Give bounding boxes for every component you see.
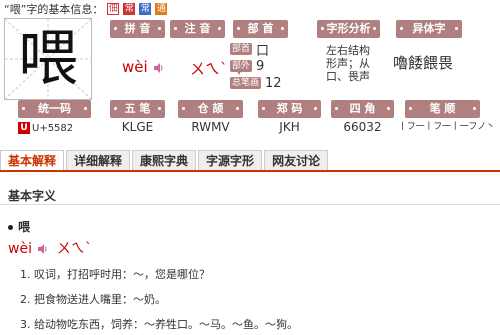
bushou-tag: 部首: [230, 43, 253, 55]
sijiao-value: 66032: [343, 120, 382, 134]
buwai-value: 9: [256, 58, 265, 74]
wubi-value: KLGE: [121, 120, 154, 134]
zixing-line: 口、畏声: [326, 70, 370, 83]
tab-discussion[interactable]: 网友讨论: [264, 150, 329, 170]
cangjie-value: RWMV: [191, 120, 230, 134]
character-box: 喂: [4, 18, 92, 100]
divider: [0, 204, 500, 205]
pinyin-heading: 拼 音: [110, 20, 165, 38]
buwai-row: 部外 9: [230, 58, 265, 74]
zixing-line: 左右结构: [326, 44, 370, 57]
buwai-tag: 部外: [230, 60, 253, 72]
entry-heading: 喂: [8, 218, 30, 235]
badge-4[interactable]: 通: [155, 3, 168, 15]
bushou-heading: 部 首: [233, 20, 288, 38]
info-header: “喂”字的基本信息： 佃 常 常 通: [4, 2, 168, 16]
sijiao-heading: 四 角: [331, 100, 394, 118]
entry-pronunciation: wèi ㄨㄟˋ: [8, 241, 92, 257]
definition-item: 2. 把食物送进人嘴里：～奶。: [20, 293, 166, 306]
cangjie-heading: 仓 颉: [178, 100, 243, 118]
character-glyph: 喂: [18, 24, 78, 94]
yitizi-value[interactable]: 嚕餧餵畏: [393, 52, 453, 73]
tongyima-heading: 统一码: [18, 100, 91, 118]
bushou-value: 口: [256, 43, 270, 59]
zongbihua-row: 总笔画 12: [230, 75, 282, 91]
zhengma-value: JKH: [279, 120, 300, 134]
tab-detailed[interactable]: 详细解释: [66, 150, 131, 170]
zixing-heading: 字形分析: [317, 20, 380, 38]
badge-1[interactable]: 佃: [107, 3, 120, 15]
wubi-heading: 五 笔: [110, 100, 165, 118]
zixing-analysis: 左右结构 形声；从 口、畏声: [326, 44, 392, 83]
unicode-logo-icon: U: [18, 121, 30, 134]
definition-item: 1. 叹词，打招呼时用：～，您是哪位？: [20, 268, 210, 281]
yitizi-heading: 异体字: [396, 20, 462, 38]
tab-origin[interactable]: 字源字形: [198, 150, 263, 170]
badge-3[interactable]: 常: [139, 3, 152, 15]
zongbihua-tag: 总笔画: [230, 77, 262, 89]
zixing-line: 形声；从: [326, 57, 370, 70]
bushou-row: 部首 口: [230, 42, 270, 59]
speaker-icon[interactable]: [38, 244, 48, 254]
bishun-heading: 笔 顺: [405, 100, 480, 118]
speaker-icon[interactable]: [154, 62, 164, 73]
pinyin-value: wèi: [122, 58, 164, 76]
bullet-icon: [8, 225, 13, 230]
info-title: “喂”字的基本信息：: [4, 3, 104, 16]
definition-item: 3. 给动物吃东西，饲养：～养牲口。～马。～鱼。～狗。: [20, 318, 298, 331]
tab-basic[interactable]: 基本解释: [0, 150, 65, 170]
tab-kangxi[interactable]: 康熙字典: [132, 150, 197, 170]
bishun-value: 丨フ一丨フ一丨一フノ丶: [398, 122, 495, 132]
zongbihua-value: 12: [265, 75, 282, 91]
section-title: 基本字义: [8, 189, 57, 203]
badge-2[interactable]: 常: [123, 3, 136, 15]
zhengma-heading: 郑 码: [258, 100, 321, 118]
tongyima-value: U U+5582: [18, 120, 98, 134]
zhuyin-heading: 注 音: [170, 20, 225, 38]
tab-bar: 基本解释 详细解释 康熙字典 字源字形 网友讨论: [0, 150, 500, 172]
